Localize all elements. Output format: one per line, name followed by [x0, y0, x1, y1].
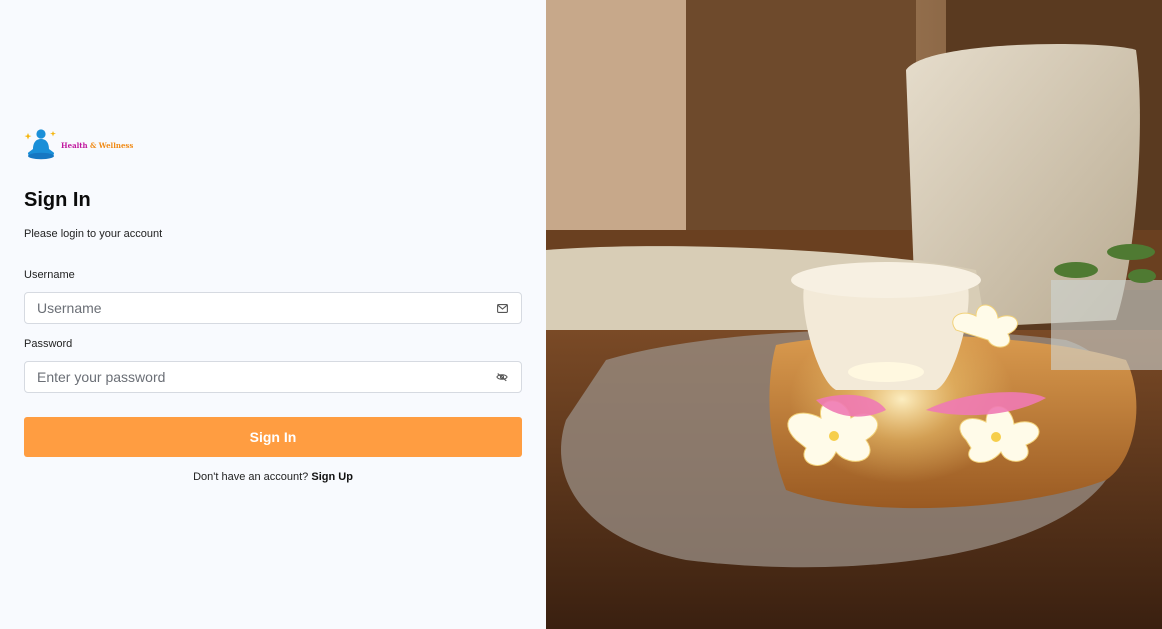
page-subtitle: Please login to your account — [24, 228, 163, 240]
brand-name-primary: Health — [61, 140, 88, 150]
username-input[interactable] — [25, 293, 485, 323]
password-label: Password — [24, 338, 73, 350]
eye-off-icon[interactable] — [496, 371, 508, 383]
page-title: Sign In — [24, 189, 91, 211]
password-input[interactable] — [25, 362, 485, 392]
brand-logo[interactable]: Health & Wellness — [24, 124, 134, 164]
spa-candle-flowers-photo — [546, 0, 1162, 629]
hero-image — [546, 0, 1162, 629]
sign-up-link[interactable]: Sign Up — [311, 471, 353, 483]
login-panel: Health & Wellness Sign In Please login t… — [0, 0, 546, 629]
password-field — [24, 361, 522, 393]
mail-icon — [496, 302, 508, 314]
username-label: Username — [24, 269, 75, 281]
sign-in-button[interactable]: Sign In — [24, 417, 522, 457]
meditation-figure-icon — [24, 129, 56, 160]
username-field — [24, 292, 522, 324]
signup-prompt-text: Don't have an account? — [193, 471, 309, 483]
brand-ampersand: & — [90, 140, 97, 150]
signup-prompt: Don't have an account? Sign Up — [0, 471, 546, 483]
brand-logo-text: Health & Wellness — [61, 141, 133, 150]
brand-name-secondary: Wellness — [98, 140, 134, 150]
